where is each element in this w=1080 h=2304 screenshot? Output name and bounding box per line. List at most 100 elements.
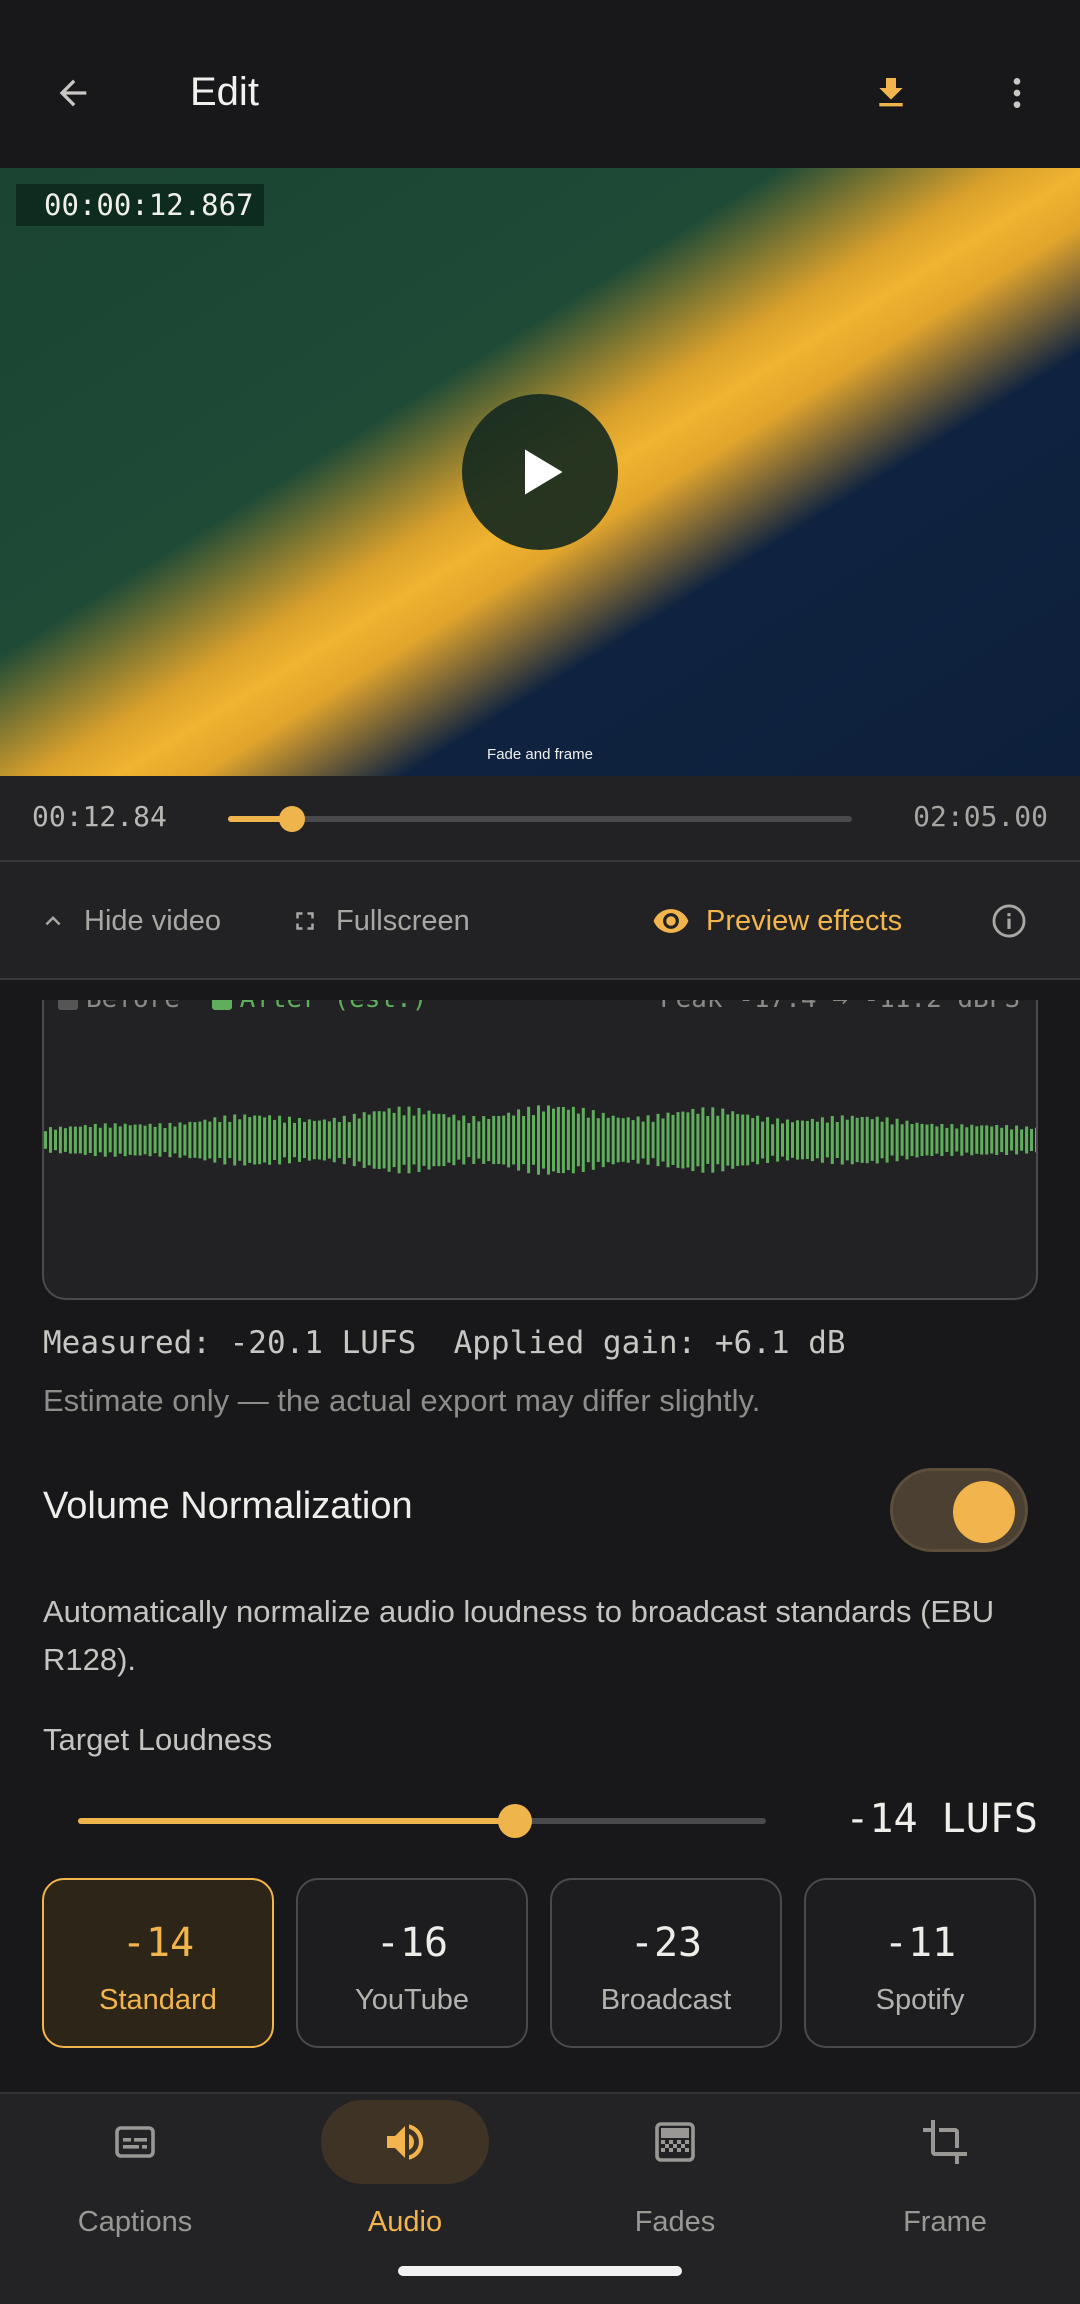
waveform-bar — [537, 1105, 540, 1175]
waveform-bar — [815, 1121, 819, 1159]
preset-spotify[interactable]: -11 Spotify — [804, 1878, 1036, 2048]
waveform-bar — [367, 1114, 371, 1166]
waveform-bar — [661, 1118, 665, 1162]
waveform-bar — [651, 1121, 655, 1159]
eye-icon — [653, 909, 689, 933]
waveform-bar — [641, 1121, 645, 1159]
waveform-bar — [1005, 1125, 1009, 1155]
waveform-bar — [49, 1127, 52, 1153]
estimate-note: Estimate only — the actual export may di… — [43, 1383, 761, 1418]
info-button[interactable] — [990, 898, 1028, 944]
waveform-bar — [805, 1121, 809, 1159]
waveform-bar — [631, 1120, 635, 1160]
chevron-up-icon — [45, 916, 61, 926]
waveform-bar — [63, 1128, 67, 1152]
waveform-bar — [342, 1115, 346, 1165]
nav-fades[interactable]: Fades — [540, 2094, 810, 2294]
play-button[interactable] — [462, 394, 618, 550]
nav-captions[interactable]: Captions — [0, 2094, 270, 2294]
waveform-bar — [596, 1118, 600, 1162]
waveform-bar — [218, 1122, 222, 1158]
hide-video-button[interactable]: Hide video — [38, 898, 221, 944]
target-loudness-thumb[interactable] — [497, 1804, 532, 1838]
waveform-bar — [681, 1111, 685, 1169]
waveform-bar — [83, 1125, 87, 1155]
back-button[interactable] — [40, 60, 106, 126]
waveform-bar — [153, 1126, 157, 1154]
waveform-bar — [726, 1114, 730, 1166]
waveform-bar — [1015, 1125, 1019, 1155]
gradient-icon — [647, 2114, 703, 2170]
waveform-bar — [382, 1111, 386, 1169]
waveform-bar — [213, 1117, 217, 1163]
waveform-bar — [865, 1116, 869, 1164]
waveform-bar — [128, 1125, 132, 1155]
waveform-bar — [975, 1126, 979, 1154]
waveform-bar — [68, 1126, 72, 1154]
preset-broadcast[interactable]: -23 Broadcast — [550, 1878, 782, 2048]
nav-frame[interactable]: Frame — [810, 2094, 1080, 2294]
hide-video-label: Hide video — [84, 904, 222, 937]
waveform-bar — [980, 1125, 984, 1155]
preset-youtube[interactable]: -16 YouTube — [296, 1878, 528, 2048]
timeline-bar: 00:12.84 02:05.00 — [0, 776, 1080, 862]
target-loudness-value: -14 LUFS — [845, 1796, 1038, 1842]
waveform-bar — [860, 1117, 864, 1163]
waveform-bar — [885, 1117, 889, 1163]
target-loudness-slider[interactable] — [78, 1804, 766, 1838]
waveform-bar — [273, 1119, 277, 1160]
waveform-bar — [935, 1126, 939, 1154]
waveform-graph — [44, 1105, 1036, 1175]
video-controls: Hide video Fullscreen Preview effects — [0, 862, 1080, 980]
waveform-legend: Before After (est.) — [58, 1000, 427, 1014]
waveform-bar — [352, 1113, 356, 1167]
waveform-bar — [571, 1106, 575, 1174]
waveform-bar — [676, 1112, 680, 1168]
nav-audio[interactable]: Audio — [270, 2094, 540, 2294]
volume-icon — [377, 2114, 433, 2170]
waveform-bar — [965, 1127, 969, 1153]
waveform-bar — [98, 1127, 102, 1153]
waveform-bar — [701, 1107, 705, 1173]
waveform-bar — [542, 1111, 545, 1169]
waveform-bar — [666, 1112, 670, 1168]
target-loudness-label: Target Loudness — [43, 1722, 273, 1757]
waveform-bar — [148, 1123, 152, 1157]
play-icon — [525, 449, 563, 495]
waveform-bar — [801, 1120, 804, 1160]
waveform-bar — [850, 1115, 854, 1165]
waveform-bar — [263, 1117, 267, 1163]
crop-icon — [917, 2114, 973, 2170]
download-button[interactable] — [858, 60, 924, 126]
volume-normalization-toggle[interactable] — [890, 1468, 1028, 1552]
waveform-bar — [412, 1115, 416, 1165]
waveform-bar — [552, 1108, 555, 1172]
waveform-bar — [372, 1111, 376, 1169]
waveform-bar — [766, 1117, 770, 1163]
preview-effects-button[interactable]: Preview effects — [652, 898, 902, 944]
preset-standard[interactable]: -14 Standard — [42, 1878, 274, 2048]
waveform-bar — [298, 1118, 301, 1162]
seek-slider[interactable] — [228, 806, 852, 832]
waveform-bar — [427, 1110, 431, 1170]
waveform-bar — [576, 1113, 580, 1167]
waveform-bar — [377, 1111, 381, 1169]
waveform-bar — [238, 1119, 242, 1161]
waveform-bar — [566, 1109, 570, 1171]
waveform-bar — [756, 1115, 760, 1165]
fullscreen-button[interactable]: Fullscreen — [290, 898, 470, 944]
waveform-bar — [397, 1106, 401, 1174]
waveform-bar — [173, 1126, 177, 1154]
waveform-bar — [417, 1108, 421, 1172]
more-options-button[interactable] — [984, 60, 1050, 126]
waveform-bar — [512, 1115, 516, 1165]
download-icon — [879, 78, 903, 107]
nav-label: Audio — [367, 2206, 443, 2238]
waveform-bar — [407, 1106, 411, 1174]
waveform-bar — [472, 1116, 476, 1164]
home-indicator — [398, 2266, 682, 2276]
waveform-bar — [1025, 1126, 1029, 1154]
seek-thumb[interactable] — [279, 806, 306, 832]
video-preview[interactable]: 00:00:12.867 Fade and frame — [0, 168, 1080, 776]
waveform-bar — [930, 1123, 934, 1156]
